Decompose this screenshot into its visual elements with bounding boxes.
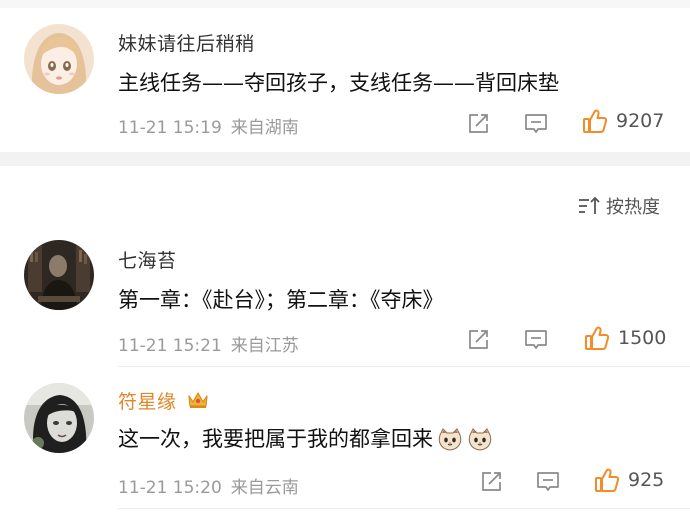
gothic-girl-avatar-icon xyxy=(24,383,94,453)
sort-label: 按热度 xyxy=(606,197,660,218)
sort-by-hot-button[interactable]: 按热度 xyxy=(578,193,660,219)
section-divider xyxy=(0,152,690,166)
avatar[interactable] xyxy=(24,240,94,310)
comment-time: 11-21 15:20 xyxy=(118,478,222,498)
sort-icon xyxy=(579,196,600,214)
like-button[interactable]: 925 xyxy=(594,467,664,493)
username-text: 符星缘 xyxy=(118,391,177,413)
comment-meta: 11-21 15:20 来自云南 xyxy=(118,473,299,498)
like-count: 925 xyxy=(628,469,665,491)
cat-face-icon xyxy=(438,428,462,451)
share-button[interactable] xyxy=(463,325,493,355)
like-count: 1500 xyxy=(618,327,667,349)
comment-icon xyxy=(525,330,547,349)
cat-face-icon xyxy=(468,428,492,451)
anime-girl-avatar-icon xyxy=(24,24,94,94)
share-icon xyxy=(469,114,488,133)
comment-icon xyxy=(537,472,559,491)
thumbs-up-icon xyxy=(595,468,620,492)
avatar[interactable] xyxy=(24,383,94,453)
share-icon xyxy=(482,472,501,491)
comment-meta: 11-21 15:21 来自江苏 xyxy=(118,331,299,356)
avatar[interactable] xyxy=(24,24,94,94)
comment-source: 来自湖南 xyxy=(230,118,299,138)
thumbs-up-icon xyxy=(583,109,608,133)
thumbs-up-icon xyxy=(585,326,610,350)
dark-library-avatar-icon xyxy=(24,240,94,310)
crown-badge-icon xyxy=(188,392,208,408)
like-count: 9207 xyxy=(616,110,665,132)
comment-meta: 11-21 15:19 来自湖南 xyxy=(118,113,299,138)
like-button[interactable]: 1500 xyxy=(584,325,666,351)
comment-time: 11-21 15:21 xyxy=(118,336,222,356)
comment-source: 来自云南 xyxy=(230,478,299,498)
comment-source: 来自江苏 xyxy=(230,336,299,356)
share-button[interactable] xyxy=(476,467,506,497)
comment-button[interactable] xyxy=(521,325,551,355)
comment-text: 第一章：《赴台》；第二章：《夺床》 xyxy=(118,288,444,312)
comment-username[interactable]: 妹妹请往后稍稍 xyxy=(118,29,255,56)
comment-time: 11-21 15:19 xyxy=(118,118,222,138)
comment-separator xyxy=(118,366,690,367)
share-button[interactable] xyxy=(463,109,493,139)
top-strip xyxy=(0,0,690,8)
comment-button[interactable] xyxy=(521,109,551,139)
comment-icon xyxy=(525,114,547,133)
like-button[interactable]: 9207 xyxy=(582,108,664,134)
comment-separator xyxy=(118,508,690,509)
comment-text-content: 这一次，我要把属于我的都拿回来 xyxy=(118,427,433,451)
comment-username[interactable]: 七海苔 xyxy=(118,246,177,273)
comment-text: 这一次，我要把属于我的都拿回来 xyxy=(118,423,493,453)
cat-face-emoji xyxy=(437,427,463,453)
comment-text: 主线任务——夺回孩子，支线任务——背回床垫 xyxy=(118,71,559,95)
cat-face-emoji xyxy=(467,427,493,453)
comment-button[interactable] xyxy=(533,467,563,497)
comment-username[interactable]: 符星缘 xyxy=(118,387,209,414)
share-icon xyxy=(469,330,488,349)
